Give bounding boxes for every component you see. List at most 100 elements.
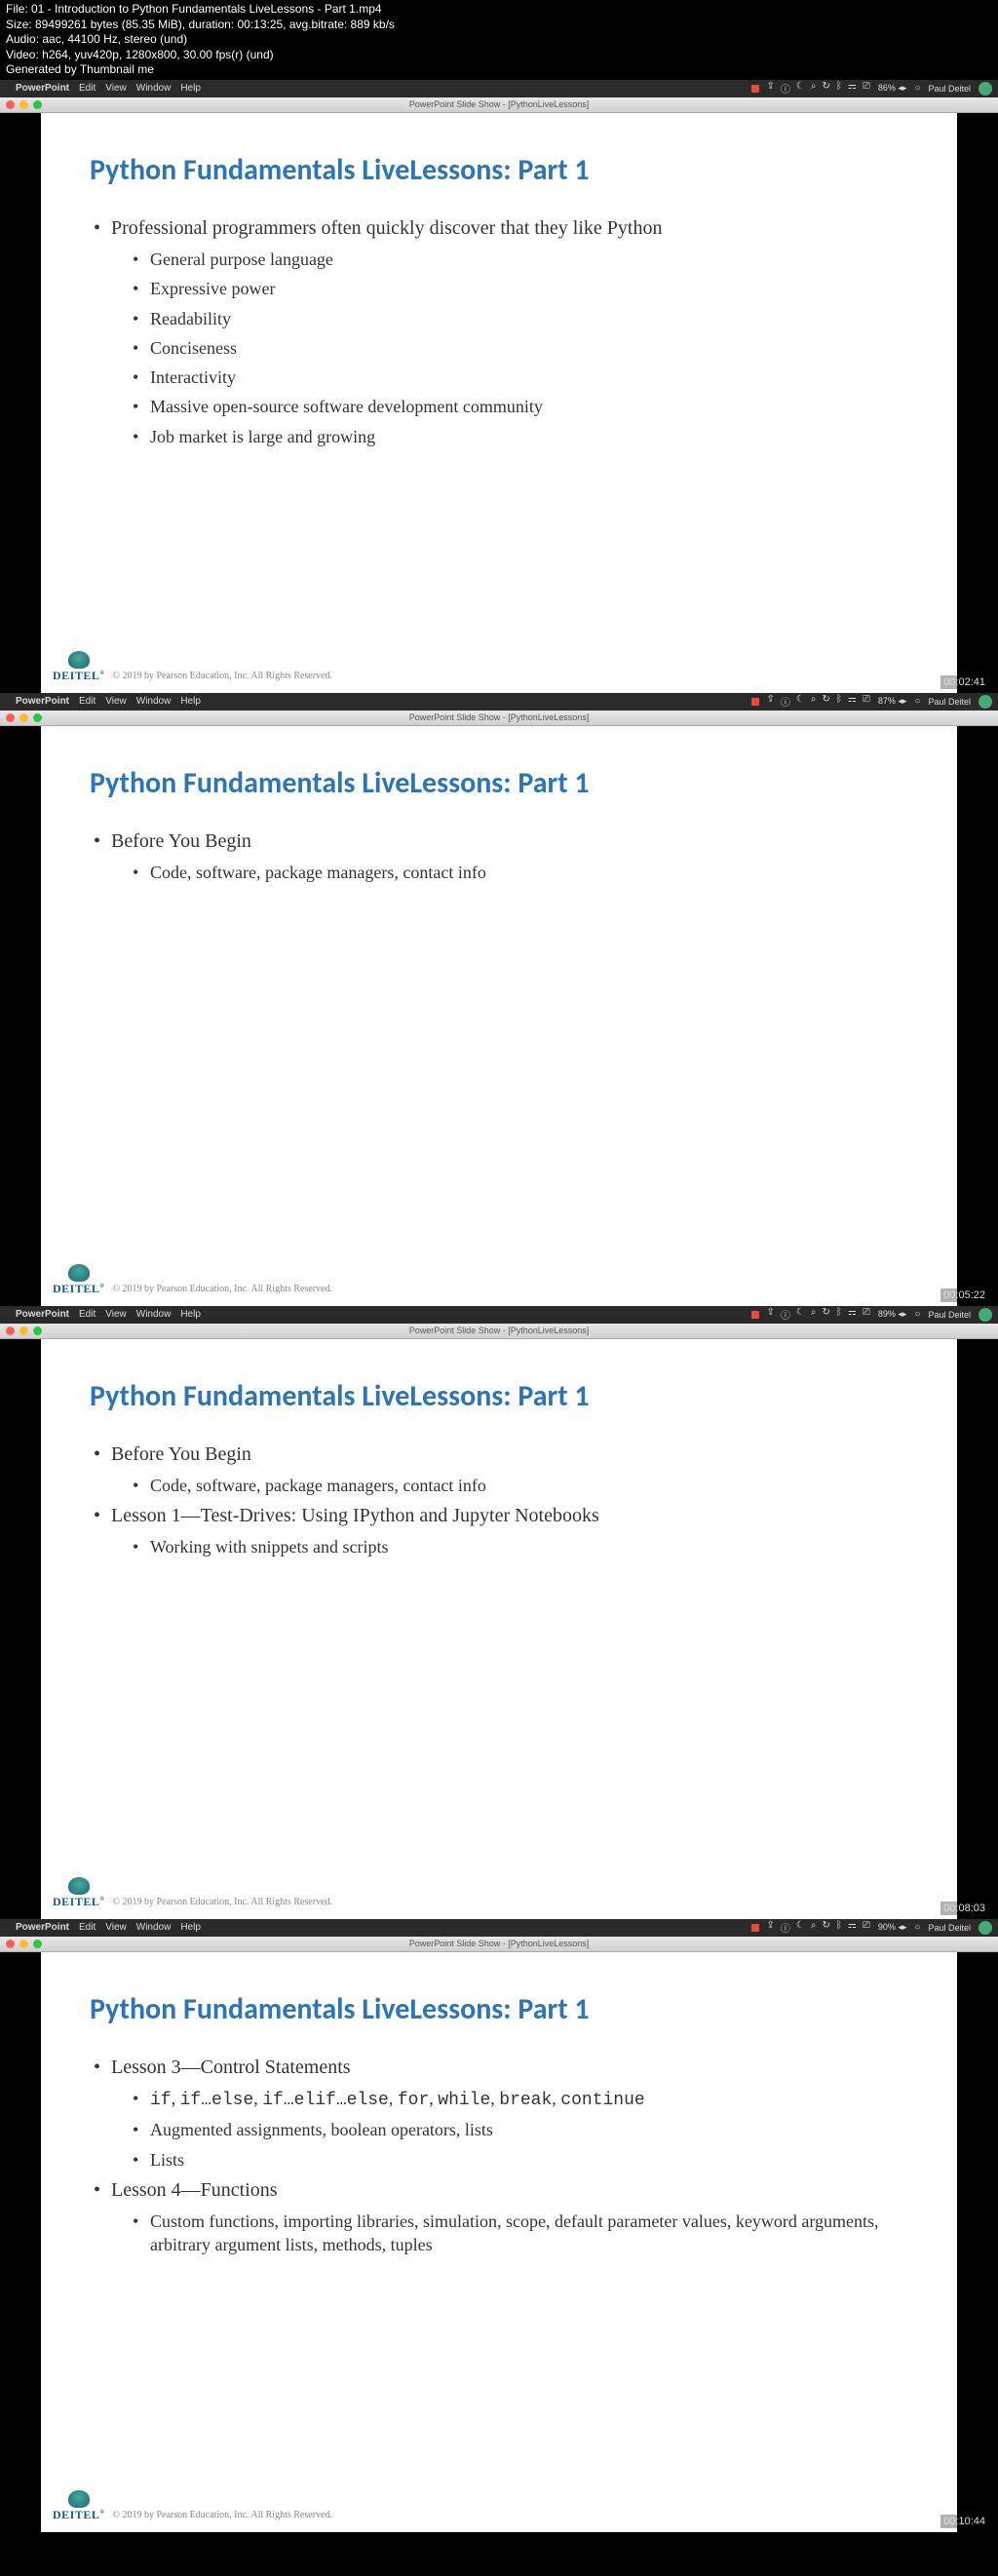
menubar: PowerPoint EditViewWindowHelp ⇪ ⓘ ☾ ⌕ ↻ … [0, 1306, 998, 1324]
copyright-text: © 2019 by Pearson Education, Inc. All Ri… [112, 671, 332, 681]
battery-status[interactable]: 87% ◂▸ [878, 696, 907, 707]
close-window-button[interactable] [6, 1940, 15, 1948]
moon-icon[interactable]: ☾ [796, 694, 805, 709]
menu-item-window[interactable]: Window [136, 696, 172, 707]
frame-timestamp: 00:10:44 [940, 2515, 988, 2528]
dropbox-icon[interactable]: ⇪ [767, 1307, 775, 1322]
menu-item-window[interactable]: Window [136, 1922, 172, 1933]
battery-status[interactable]: 90% ◂▸ [878, 1922, 907, 1933]
close-window-button[interactable] [6, 100, 15, 109]
spotlight-icon[interactable]: ○ [914, 83, 920, 94]
info-icon[interactable]: ⓘ [781, 1307, 790, 1322]
fullscreen-window-button[interactable] [33, 100, 42, 109]
fullscreen-window-button[interactable] [33, 713, 42, 722]
menu-item-help[interactable]: Help [180, 83, 201, 94]
bullet-item: Lesson 3—Control Statementsif, if…else, … [90, 2055, 908, 2172]
search-icon[interactable]: ⌕ [811, 1307, 817, 1322]
bluetooth-icon[interactable]: ᛒ [836, 1307, 842, 1322]
slide-area: Python Fundamentals LiveLessons: Part 1 … [0, 113, 998, 693]
app-name[interactable]: PowerPoint [16, 696, 69, 707]
menu-item-window[interactable]: Window [136, 1309, 172, 1320]
refresh-icon[interactable]: ↻ [823, 1920, 830, 1935]
fullscreen-window-button[interactable] [33, 1940, 42, 1948]
app-name[interactable]: PowerPoint [16, 1309, 69, 1320]
refresh-icon[interactable]: ↻ [823, 1307, 830, 1322]
menubar: PowerPoint EditViewWindowHelp ⇪ ⓘ ☾ ⌕ ↻ … [0, 693, 998, 711]
minimize-window-button[interactable] [19, 1326, 28, 1335]
display-icon[interactable]: ⎚ [863, 81, 870, 96]
menu-item-help[interactable]: Help [180, 696, 201, 707]
menu-item-window[interactable]: Window [136, 83, 172, 94]
deitel-text: DEITEL® [53, 2508, 104, 2522]
user-name[interactable]: Paul Deitel [928, 84, 971, 94]
menu-item-edit[interactable]: Edit [79, 696, 96, 707]
bluetooth-icon[interactable]: ᛒ [836, 694, 842, 709]
user-avatar-icon[interactable] [979, 695, 992, 709]
moon-icon[interactable]: ☾ [796, 81, 805, 96]
info-icon[interactable]: ⓘ [781, 81, 790, 96]
fullscreen-window-button[interactable] [33, 1326, 42, 1335]
minimize-window-button[interactable] [19, 1940, 28, 1948]
menu-item-edit[interactable]: Edit [79, 1309, 96, 1320]
dropbox-icon[interactable]: ⇪ [767, 694, 775, 709]
display-icon[interactable]: ⎚ [863, 694, 870, 709]
menu-item-view[interactable]: View [105, 1922, 127, 1933]
search-icon[interactable]: ⌕ [811, 1920, 817, 1935]
wifi-icon[interactable]: ⚎ [848, 694, 857, 709]
menu-item-help[interactable]: Help [180, 1309, 201, 1320]
spotlight-icon[interactable]: ○ [914, 1309, 920, 1320]
user-avatar-icon[interactable] [979, 1921, 992, 1935]
display-icon[interactable]: ⎚ [863, 1920, 870, 1935]
close-window-button[interactable] [6, 713, 15, 722]
bullet-item: Lesson 1—Test-Drives: Using IPython and … [90, 1503, 908, 1558]
app-name[interactable]: PowerPoint [16, 83, 69, 94]
menu-item-edit[interactable]: Edit [79, 1922, 96, 1933]
sub-bullet-item: Lists [111, 2148, 908, 2172]
bluetooth-icon[interactable]: ᛒ [836, 1920, 842, 1935]
wifi-icon[interactable]: ⚎ [848, 1307, 857, 1322]
dropbox-icon[interactable]: ⇪ [767, 1920, 775, 1935]
slide-content: Python Fundamentals LiveLessons: Part 1 … [41, 726, 957, 1306]
menu-item-edit[interactable]: Edit [79, 83, 96, 94]
info-icon[interactable]: ⓘ [781, 694, 790, 709]
minimize-window-button[interactable] [19, 713, 28, 722]
search-icon[interactable]: ⌕ [811, 81, 817, 96]
app-name[interactable]: PowerPoint [16, 1922, 69, 1933]
moon-icon[interactable]: ☾ [796, 1920, 805, 1935]
user-avatar-icon[interactable] [979, 1308, 992, 1322]
menu-item-help[interactable]: Help [180, 1922, 201, 1933]
menu-item-view[interactable]: View [105, 696, 127, 707]
deitel-text: DEITEL® [53, 669, 104, 683]
window-title: PowerPoint Slide Show - [PythonLiveLesso… [409, 99, 590, 109]
menu-item-view[interactable]: View [105, 1309, 127, 1320]
moon-icon[interactable]: ☾ [796, 1307, 805, 1322]
battery-status[interactable]: 86% ◂▸ [878, 83, 907, 94]
search-icon[interactable]: ⌕ [811, 694, 817, 709]
info-icon[interactable]: ⓘ [781, 1920, 790, 1935]
display-icon[interactable]: ⎚ [863, 1307, 870, 1322]
dropbox-icon[interactable]: ⇪ [767, 81, 775, 96]
user-name[interactable]: Paul Deitel [928, 1310, 971, 1320]
battery-status[interactable]: 89% ◂▸ [878, 1309, 907, 1320]
user-avatar-icon[interactable] [979, 82, 992, 96]
slide-footer: DEITEL® © 2019 by Pearson Education, Inc… [53, 1877, 332, 1909]
refresh-icon[interactable]: ↻ [823, 694, 830, 709]
deitel-logo: DEITEL® [53, 2490, 104, 2522]
deitel-bug-icon [68, 651, 90, 669]
slide-footer: DEITEL® © 2019 by Pearson Education, Inc… [53, 1264, 332, 1296]
file-info-generated: Generated by Thumbnail me [6, 62, 992, 78]
spotlight-icon[interactable]: ○ [914, 1922, 920, 1933]
user-name[interactable]: Paul Deitel [928, 1923, 971, 1933]
wifi-icon[interactable]: ⚎ [848, 81, 857, 96]
bluetooth-icon[interactable]: ᛒ [836, 81, 842, 96]
slide-area: Python Fundamentals LiveLessons: Part 1 … [0, 1952, 998, 2532]
close-window-button[interactable] [6, 1326, 15, 1335]
bullet-item: Before You BeginCode, software, package … [90, 828, 908, 884]
user-name[interactable]: Paul Deitel [928, 697, 971, 707]
menu-item-view[interactable]: View [105, 83, 127, 94]
spotlight-icon[interactable]: ○ [914, 696, 920, 707]
refresh-icon[interactable]: ↻ [823, 81, 830, 96]
minimize-window-button[interactable] [19, 100, 28, 109]
sub-bullet-item: Code, software, package managers, contac… [111, 861, 908, 884]
wifi-icon[interactable]: ⚎ [848, 1920, 857, 1935]
